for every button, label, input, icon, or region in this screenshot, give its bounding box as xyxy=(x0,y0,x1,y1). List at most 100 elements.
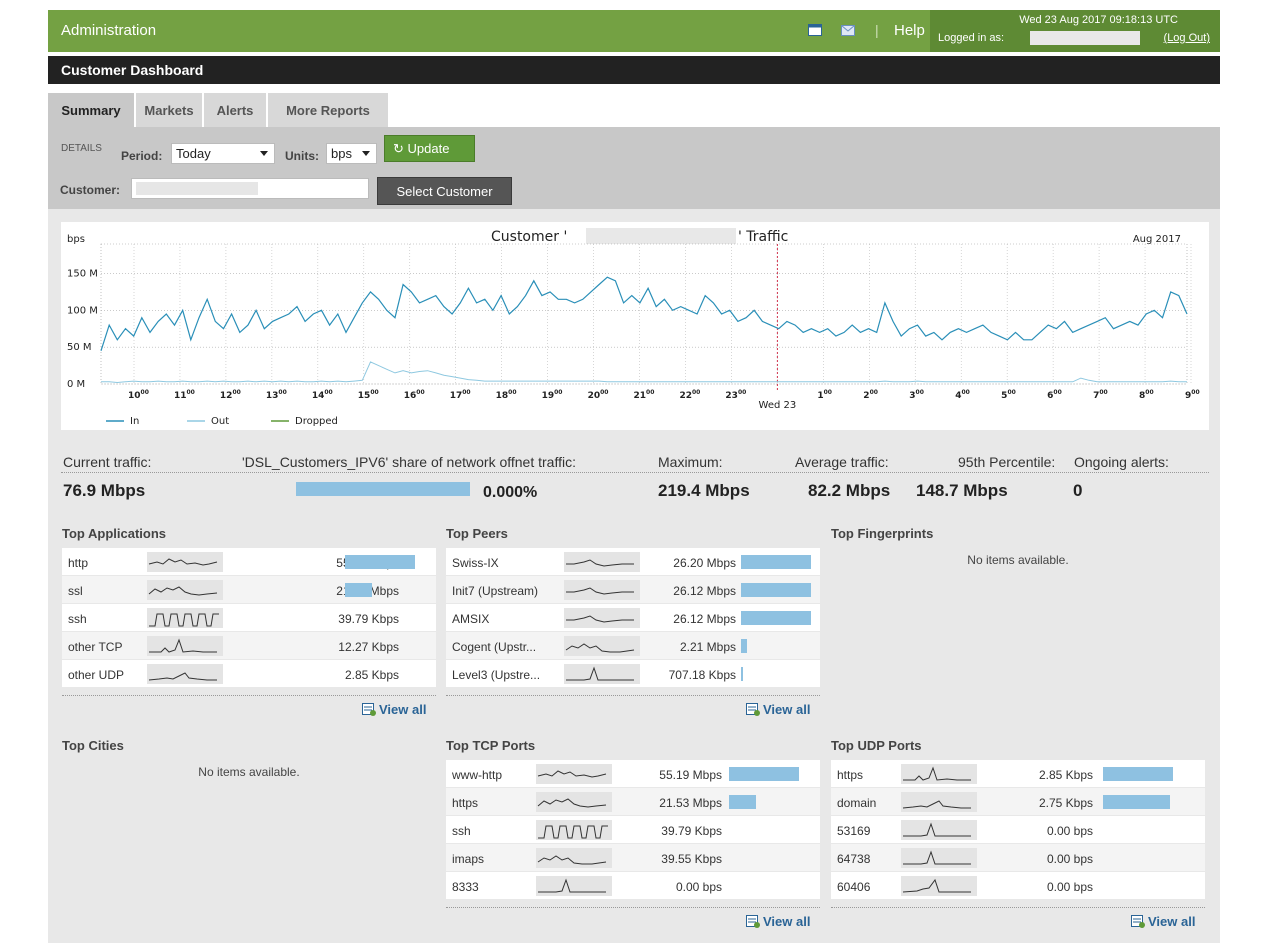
window-icon[interactable] xyxy=(808,24,822,36)
view-all-icon xyxy=(746,703,760,716)
fingerprints-empty: No items available. xyxy=(967,553,1069,567)
chart-period-label: Aug 2017 xyxy=(1133,234,1181,245)
y-tick-label: 0 M xyxy=(67,379,85,390)
x-tick-label: 1700 xyxy=(450,389,471,401)
x-tick-suffix: 00 xyxy=(1099,389,1107,396)
row-name: domain xyxy=(837,796,877,810)
table-divider xyxy=(62,695,436,696)
row-value: 2.21 Mbps xyxy=(679,640,736,654)
view-all-label: View all xyxy=(763,914,811,929)
row-value: 12.27 Kbps xyxy=(338,640,399,654)
table-divider xyxy=(446,695,820,696)
sparkline xyxy=(536,792,612,812)
update-button[interactable]: ↻ Update xyxy=(384,135,475,162)
table-row[interactable]: 53169 0.00 bps xyxy=(831,816,1205,844)
value-bar xyxy=(729,795,756,809)
share-value: 0.000% xyxy=(483,484,538,501)
view-all-link[interactable]: View all xyxy=(746,702,810,717)
header-separator: | xyxy=(875,22,879,38)
row-value: 39.55 Kbps xyxy=(661,852,722,866)
x-tick-suffix: 00 xyxy=(508,389,516,396)
logout-link[interactable]: (Log Out) xyxy=(1164,32,1210,44)
row-name: Cogent (Upstr... xyxy=(452,640,537,654)
x-tick-suffix: 00 xyxy=(462,389,470,396)
row-value: 0.00 bps xyxy=(1046,824,1093,838)
x-tick-label: 1400 xyxy=(312,389,333,401)
units-select[interactable]: bps xyxy=(326,143,377,164)
select-customer-button[interactable]: Select Customer xyxy=(377,177,512,205)
view-all-link[interactable]: View all xyxy=(1131,914,1195,929)
row-name: Swiss-IX xyxy=(452,556,499,570)
top-udp-ports-table: https 2.85 Kbps domain 2.75 Kbps 53169 0.00 b… xyxy=(831,760,1205,900)
table-row[interactable]: Cogent (Upstr... 2.21 Mbps xyxy=(446,632,820,660)
table-row[interactable]: Init7 (Upstream) 26.12 Mbps xyxy=(446,576,820,604)
table-row[interactable]: ssh 39.79 Kbps xyxy=(62,604,436,632)
table-row[interactable]: other UDP 2.85 Kbps xyxy=(62,660,436,688)
tab-more-reports[interactable]: More Reports xyxy=(268,93,388,127)
series-line-out xyxy=(101,361,1187,384)
tab-alerts[interactable]: Alerts xyxy=(204,93,266,127)
customer-input[interactable] xyxy=(131,178,369,199)
x-tick-suffix: 00 xyxy=(554,389,562,396)
row-name: AMSIX xyxy=(452,612,490,626)
view-all-label: View all xyxy=(763,702,811,717)
x-tick-label: 1000 xyxy=(128,389,149,401)
value-bar xyxy=(345,583,372,597)
table-divider xyxy=(446,907,820,908)
table-row[interactable]: 8333 0.00 bps xyxy=(446,872,820,900)
mail-icon[interactable] xyxy=(841,24,855,36)
row-name: Level3 (Upstre... xyxy=(452,668,541,682)
tab-summary[interactable]: Summary xyxy=(48,93,134,127)
x-tick-suffix: 00 xyxy=(738,389,746,396)
view-all-link[interactable]: View all xyxy=(362,702,426,717)
row-name: imaps xyxy=(452,852,485,866)
period-select[interactable]: Today xyxy=(171,143,275,164)
value-bar xyxy=(729,767,799,781)
table-row[interactable]: Swiss-IX 26.20 Mbps xyxy=(446,548,820,576)
x-tick-suffix: 00 xyxy=(916,389,924,396)
view-all-icon xyxy=(362,703,376,716)
table-row[interactable]: 60406 0.00 bps xyxy=(831,872,1205,900)
x-tick-label: 600 xyxy=(1047,389,1062,401)
maximum-label: Maximum: xyxy=(658,454,723,470)
refresh-icon: ↻ xyxy=(393,141,404,156)
legend-label: Dropped xyxy=(295,416,338,427)
table-row[interactable]: www-http 55.19 Mbps xyxy=(446,760,820,788)
sparkline xyxy=(536,820,612,840)
x-tick-label: 900 xyxy=(1185,389,1200,401)
help-link[interactable]: Help xyxy=(894,22,925,39)
logged-in-label: Logged in as: xyxy=(938,32,1005,44)
table-row[interactable]: Level3 (Upstre... 707.18 Kbps xyxy=(446,660,820,688)
x-tick-label: 1900 xyxy=(542,389,563,401)
page-title: Customer Dashboard xyxy=(48,56,1220,84)
tab-markets[interactable]: Markets xyxy=(136,93,202,127)
row-value: 26.12 Mbps xyxy=(673,584,736,598)
table-row[interactable]: domain 2.75 Kbps xyxy=(831,788,1205,816)
average-label: Average traffic: xyxy=(795,454,889,470)
row-value: 39.79 Kbps xyxy=(338,612,399,626)
row-name: Init7 (Upstream) xyxy=(452,584,539,598)
x-tick-label: 700 xyxy=(1093,389,1108,401)
top-fingerprints-title: Top Fingerprints xyxy=(831,526,934,541)
row-name: 64738 xyxy=(837,852,871,866)
table-row[interactable]: AMSIX 26.12 Mbps xyxy=(446,604,820,632)
cities-empty: No items available. xyxy=(198,765,300,779)
y-tick-label: 100 M xyxy=(67,305,98,316)
row-name: http xyxy=(68,556,89,570)
view-all-link[interactable]: View all xyxy=(746,914,810,929)
sparkline xyxy=(536,876,612,896)
x-tick-suffix: 00 xyxy=(1191,389,1199,396)
x-tick-label: 1800 xyxy=(496,389,517,401)
table-row[interactable]: https 21.53 Mbps xyxy=(446,788,820,816)
table-row[interactable]: https 2.85 Kbps xyxy=(831,760,1205,788)
table-row[interactable]: http55.19 Mbps xyxy=(62,548,436,576)
table-row[interactable]: imaps 39.55 Kbps xyxy=(446,844,820,872)
table-row[interactable]: ssh 39.79 Kbps xyxy=(446,816,820,844)
table-row[interactable]: ssl 21.64 Mbps xyxy=(62,576,436,604)
table-row[interactable]: other TCP 12.27 Kbps xyxy=(62,632,436,660)
table-row[interactable]: 64738 0.00 bps xyxy=(831,844,1205,872)
value-bar xyxy=(741,667,743,681)
x-tick-suffix: 00 xyxy=(600,389,608,396)
legend-label: In xyxy=(130,416,139,427)
x-tick-label: 2200 xyxy=(679,389,700,401)
